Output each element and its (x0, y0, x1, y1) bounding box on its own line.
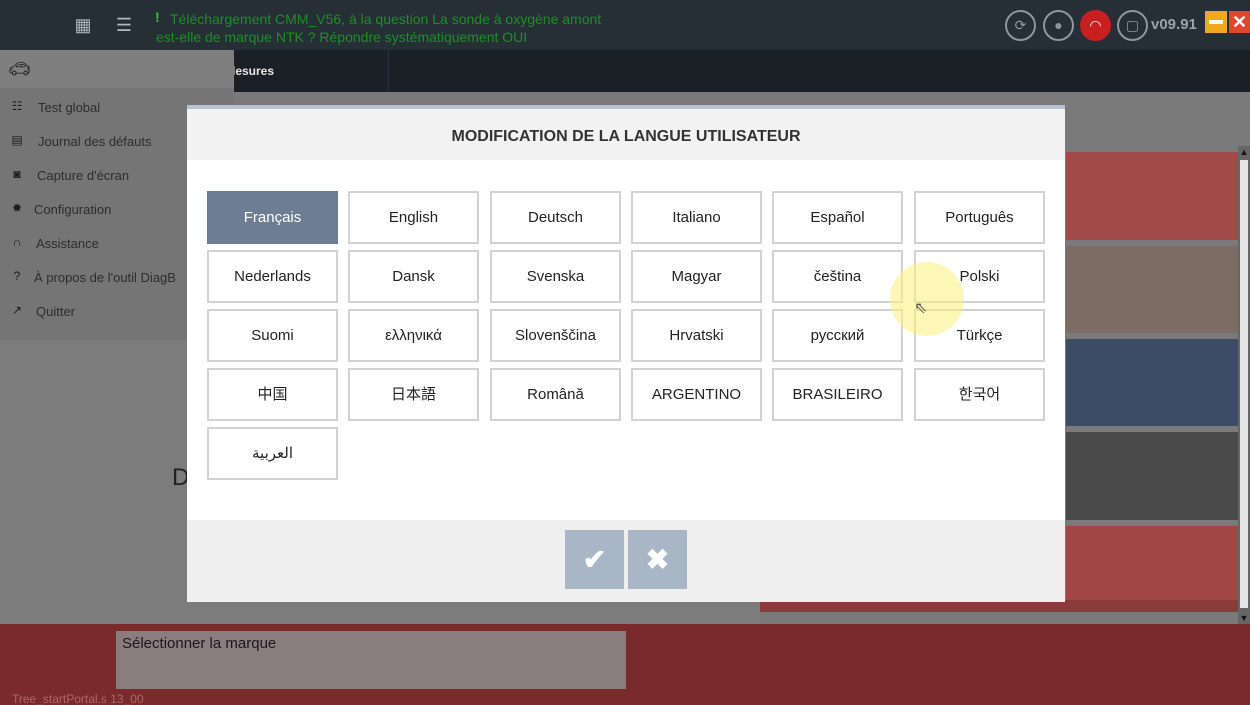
top-bar: ▦ ☰ ! Téléchargement CMM_V56, à la quest… (0, 0, 1250, 50)
lang-portugues[interactable]: Português (914, 191, 1045, 244)
lang-italiano[interactable]: Italiano (631, 191, 762, 244)
lang-japanese[interactable]: 日本語 (348, 368, 479, 421)
confirm-button[interactable]: ✔ (565, 530, 624, 589)
lang-suomi[interactable]: Suomi (207, 309, 338, 362)
test-icon: ☷ (11, 99, 23, 113)
menu-item-label: Assistance (36, 236, 99, 251)
info-message: Téléchargement CMM_V56, à la question La… (156, 10, 676, 46)
log-icon: ▤ (11, 133, 23, 147)
exit-icon: ↗ (11, 303, 23, 317)
menu-item-label: Journal des défauts (38, 134, 152, 149)
gear-icon: ✹ (11, 201, 23, 215)
dialog-title: MODIFICATION DE LA LANGUE UTILISATEUR (451, 128, 801, 145)
lang-nederlands[interactable]: Nederlands (207, 250, 338, 303)
menu-item-label: À propos de l'outil DiagB (34, 270, 176, 285)
lang-magyar[interactable]: Magyar (631, 250, 762, 303)
brand-panel[interactable] (1066, 432, 1238, 520)
headset-icon: ∩ (12, 235, 22, 249)
menu-item-label: Configuration (34, 202, 112, 217)
lang-slovenscina[interactable]: Slovenščina (490, 309, 621, 362)
language-dialog: MODIFICATION DE LA LANGUE UTILISATEUR Fr… (187, 105, 1065, 602)
scroll-up-icon[interactable]: ▲ (1238, 146, 1250, 158)
lang-cestina[interactable]: čeština (772, 250, 903, 303)
lang-greek[interactable]: ελληνικά (348, 309, 479, 362)
brand-panel[interactable] (1066, 339, 1238, 426)
checkmark-icon: ✔ (582, 544, 607, 575)
cancel-button[interactable]: ✖ (628, 530, 687, 589)
select-brand-field[interactable]: Sélectionner la marque (116, 631, 626, 689)
help-icon: ? (13, 269, 21, 283)
camera-icon: ◙ (13, 167, 21, 181)
lang-espanol[interactable]: Español (772, 191, 903, 244)
dialog-footer: ✔ ✖ (187, 520, 1065, 602)
lang-russian[interactable]: русский (772, 309, 903, 362)
user-icon[interactable]: ● (1043, 10, 1074, 41)
lang-polski[interactable]: Polski (914, 250, 1045, 303)
brand-panel[interactable] (1066, 246, 1238, 333)
lang-argentino[interactable]: ARGENTINO (631, 368, 762, 421)
menu-item-label: Quitter (36, 304, 76, 319)
lang-romana[interactable]: Română (490, 368, 621, 421)
sync-icon[interactable]: ⟳ (1005, 10, 1036, 41)
lang-brasileiro[interactable]: BRASILEIRO (772, 368, 903, 421)
car-icon: 🚗︎ (8, 59, 31, 79)
bottom-bar: Sélectionner la marque Tree_startPortal.… (0, 624, 1250, 705)
lang-english[interactable]: English (348, 191, 479, 244)
close-button[interactable]: ✕ (1229, 11, 1250, 33)
scrollbar[interactable]: ▲ ▼ (1238, 146, 1250, 624)
lang-dansk[interactable]: Dansk (348, 250, 479, 303)
lang-francais[interactable]: Français (207, 191, 338, 244)
lock-icon[interactable]: ▢ (1117, 10, 1148, 41)
list-menu-icon[interactable]: ☰ (109, 10, 139, 40)
dialog-header: MODIFICATION DE LA LANGUE UTILISATEUR (187, 109, 1065, 160)
minimize-button[interactable] (1205, 11, 1227, 33)
info-message-line1: Téléchargement CMM_V56, à la question La… (170, 11, 602, 27)
tab-divider (388, 50, 389, 92)
grid-menu-icon[interactable]: ▦ (68, 10, 98, 40)
info-message-line2: est-elle de marque NTK ? Répondre systém… (156, 29, 528, 45)
scrollbar-thumb[interactable] (1240, 160, 1248, 608)
tab-mesures[interactable]: lesures (232, 64, 274, 78)
brand-panel[interactable] (1066, 152, 1238, 240)
lang-svenska[interactable]: Svenska (490, 250, 621, 303)
menu-item-label: Capture d'écran (37, 168, 130, 183)
lang-turkce[interactable]: Türkçe (914, 309, 1045, 362)
scroll-down-icon[interactable]: ▼ (1238, 612, 1250, 624)
version-label: v09.91 (1151, 16, 1197, 33)
menu-item-label: Test global (38, 100, 101, 115)
lang-chinese[interactable]: 中国 (207, 368, 338, 421)
lang-deutsch[interactable]: Deutsch (490, 191, 621, 244)
vehicle-header[interactable]: 🚗︎ (0, 50, 234, 88)
lang-korean[interactable]: 한국어 (914, 368, 1045, 421)
lang-arabic[interactable]: العربية (207, 427, 338, 480)
wifi-icon[interactable]: ◠ (1080, 10, 1111, 41)
status-text: Tree_startPortal.s 13_00 (12, 692, 144, 705)
close-icon: ✖ (645, 544, 670, 575)
lang-hrvatski[interactable]: Hrvatski (631, 309, 762, 362)
